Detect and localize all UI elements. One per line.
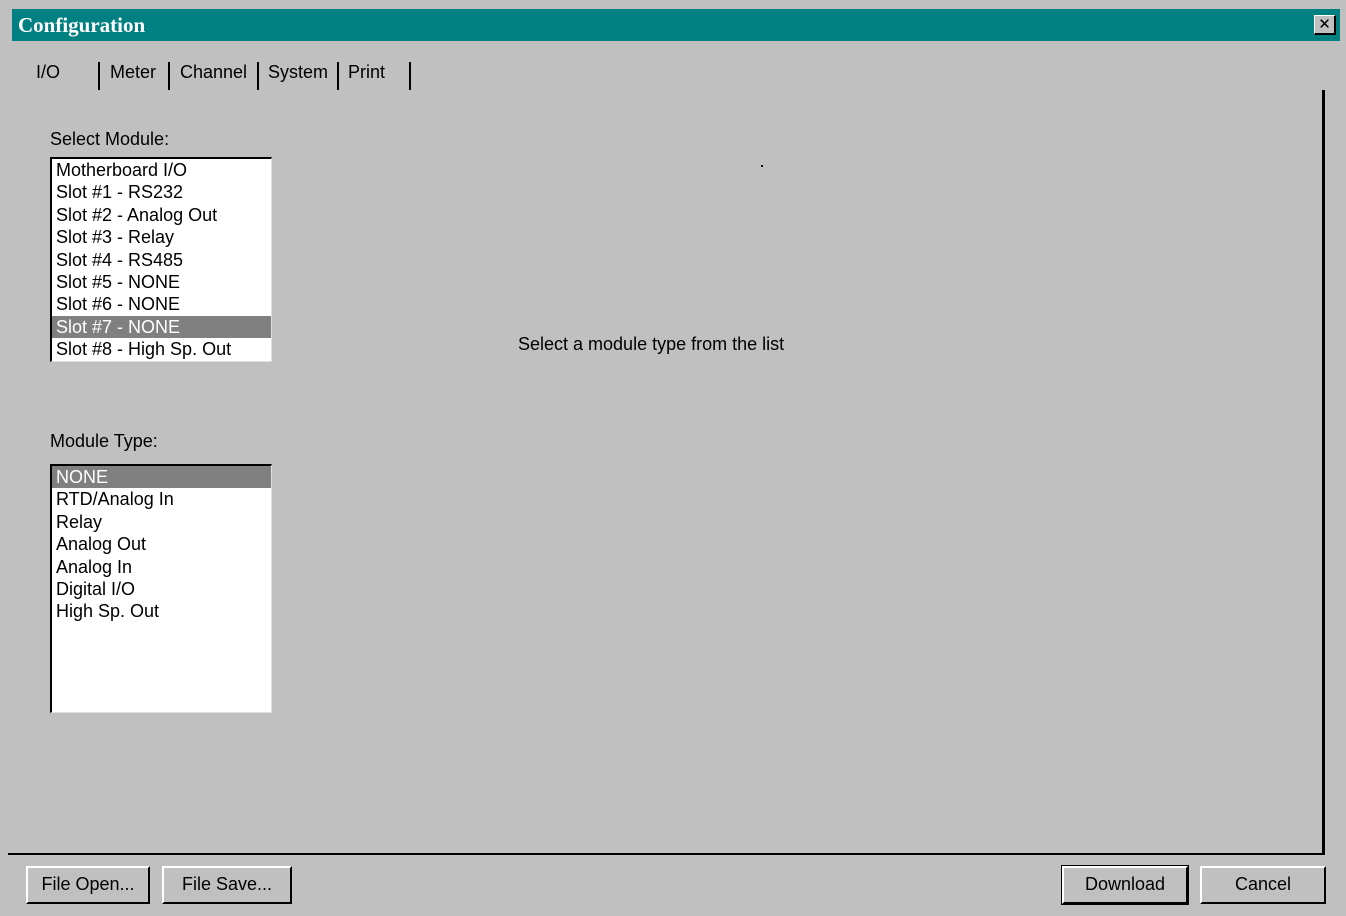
module-list-item[interactable]: Slot #1 - RS232: [52, 181, 271, 203]
module-list-item-selected[interactable]: Slot #7 - NONE: [52, 315, 271, 339]
module-type-item[interactable]: Analog Out: [52, 533, 271, 555]
window-title: Configuration: [18, 13, 146, 37]
tab-system[interactable]: System: [268, 54, 328, 90]
module-type-item[interactable]: Digital I/O: [52, 578, 271, 600]
module-type-item[interactable]: RTD/Analog In: [52, 488, 271, 510]
module-type-listbox[interactable]: NONE RTD/Analog In Relay Analog Out Anal…: [50, 464, 272, 713]
select-module-label: Select Module:: [50, 129, 170, 149]
title-bar[interactable]: Configuration ✕: [12, 9, 1340, 41]
close-button[interactable]: ✕: [1314, 15, 1336, 35]
tab-page-border-bottom: [8, 853, 1325, 855]
configuration-window: Configuration ✕ I/O Meter Channel System…: [0, 0, 1346, 916]
tab-separator: [98, 62, 100, 90]
tab-channel[interactable]: Channel: [180, 54, 247, 90]
module-list-item[interactable]: Slot #5 - NONE: [52, 271, 271, 293]
module-list-item[interactable]: Slot #3 - Relay: [52, 226, 271, 248]
tab-page-border-right: [1322, 90, 1325, 854]
select-module-listbox[interactable]: Motherboard I/O Slot #1 - RS232 Slot #2 …: [50, 157, 272, 362]
instruction-message: Select a module type from the list: [518, 334, 785, 354]
module-type-item[interactable]: Relay: [52, 511, 271, 533]
tab-separator: [257, 62, 259, 90]
module-type-label: Module Type:: [50, 431, 158, 451]
tab-separator: [409, 62, 411, 90]
module-list-item[interactable]: Slot #2 - Analog Out: [52, 204, 271, 226]
tab-io[interactable]: I/O: [36, 54, 60, 90]
tab-meter[interactable]: Meter: [110, 54, 156, 90]
file-save-button[interactable]: File Save...: [162, 866, 292, 904]
module-list-item[interactable]: Slot #4 - RS485: [52, 249, 271, 271]
decorative-dot: [761, 165, 763, 167]
download-button[interactable]: Download: [1061, 865, 1189, 905]
close-icon: ✕: [1318, 15, 1331, 33]
module-list-item[interactable]: Motherboard I/O: [52, 159, 271, 181]
module-list-item[interactable]: Slot #6 - NONE: [52, 293, 271, 315]
module-type-item[interactable]: High Sp. Out: [52, 600, 271, 622]
tab-separator: [168, 62, 170, 90]
module-type-item-selected[interactable]: NONE: [52, 466, 271, 489]
cancel-button[interactable]: Cancel: [1200, 866, 1326, 904]
module-type-item[interactable]: Analog In: [52, 556, 271, 578]
module-list-item[interactable]: Slot #8 - High Sp. Out: [52, 338, 271, 360]
file-open-button[interactable]: File Open...: [26, 866, 150, 904]
tab-separator: [337, 62, 339, 90]
tab-print[interactable]: Print: [348, 54, 385, 90]
